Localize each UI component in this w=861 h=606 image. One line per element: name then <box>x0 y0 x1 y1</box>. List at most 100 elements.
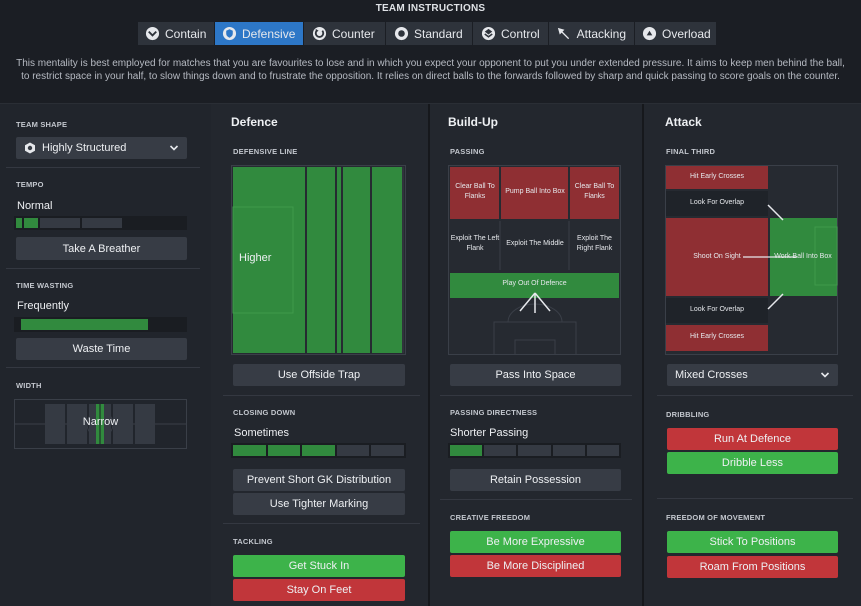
tab-standard[interactable]: Standard <box>386 22 473 45</box>
tab-overload[interactable]: Overload <box>635 22 717 45</box>
tab-attacking[interactable]: Attacking <box>549 22 635 45</box>
be-more-expressive-button[interactable]: Be More Expressive <box>450 531 621 553</box>
passing-directness-segment <box>518 445 551 456</box>
width-label: WIDTH <box>16 381 42 390</box>
tempo-label: TEMPO <box>16 180 44 189</box>
passing-directness-slider[interactable] <box>448 443 621 458</box>
look-for-overlap-bottom-zone[interactable]: Look For Overlap <box>666 302 768 318</box>
work-ball-into-box-zone[interactable]: Work Ball Into Box <box>769 249 837 265</box>
team-shape-label: TEAM SHAPE <box>16 120 68 129</box>
passing-directness-segment <box>450 445 483 456</box>
divider <box>657 498 853 499</box>
clear-ball-to-flanks-right-zone[interactable]: Clear Ball To Flanks <box>570 177 619 207</box>
divider <box>440 499 632 500</box>
exploit-right-flank-zone[interactable]: Exploit The Right Flank <box>570 229 619 259</box>
passing-directness-label: PASSING DIRECTNESS <box>450 408 538 417</box>
tab-contain[interactable]: Contain <box>138 22 215 45</box>
prevent-short-gk-distribution-button[interactable]: Prevent Short GK Distribution <box>233 469 405 491</box>
exploit-left-flank-zone[interactable]: Exploit The Left Flank <box>450 229 500 259</box>
tab-label: Control <box>501 26 540 41</box>
tab-label: Standard <box>414 26 463 41</box>
tackling-label: TACKLING <box>233 537 273 546</box>
play-out-of-defence-zone[interactable]: Play Out Of Defence <box>450 277 619 291</box>
crossing-dropdown[interactable]: Mixed Crosses <box>667 364 838 386</box>
waste-time-button[interactable]: Waste Time <box>16 338 187 360</box>
exploit-middle-zone[interactable]: Exploit The Middle <box>501 229 569 259</box>
time-wasting-slider[interactable] <box>14 317 187 332</box>
tab-label: Overload <box>662 26 711 41</box>
use-tighter-marking-button[interactable]: Use Tighter Marking <box>233 493 405 515</box>
passing-pitch[interactable]: Clear Ball To Flanks Pump Ball Into Box … <box>448 165 621 355</box>
divider <box>657 395 853 396</box>
tab-label: Attacking <box>576 26 626 41</box>
crossing-value: Mixed Crosses <box>675 369 748 381</box>
closing-down-segment <box>233 445 266 456</box>
retain-possession-button[interactable]: Retain Possession <box>450 469 621 491</box>
tempo-value: Normal <box>17 200 53 212</box>
creative-freedom-label: CREATIVE FREEDOM <box>450 513 531 522</box>
buildup-header: Build-Up <box>448 115 498 129</box>
chevron-down-icon <box>169 143 179 153</box>
defensive-line-pitch[interactable]: Higher <box>231 165 406 355</box>
dribble-less-button[interactable]: Dribble Less <box>667 452 838 474</box>
pass-into-space-button[interactable]: Pass Into Space <box>450 364 621 386</box>
take-a-breather-button[interactable]: Take A Breather <box>16 237 187 260</box>
final-third-label: FINAL THIRD <box>666 147 716 156</box>
team-shape-dropdown[interactable]: Highly Structured <box>16 137 187 159</box>
mentality-description: This mentality is best employed for matc… <box>16 58 845 82</box>
run-at-defence-button[interactable]: Run At Defence <box>667 428 838 450</box>
shoot-on-sight-zone[interactable]: Shoot On Sight <box>666 249 768 265</box>
passing-directness-value: Shorter Passing <box>450 427 529 439</box>
counter-icon <box>311 26 327 42</box>
attacking-icon <box>556 26 572 42</box>
pump-ball-into-box-zone[interactable]: Pump Ball Into Box <box>501 177 569 207</box>
attack-header: Attack <box>665 115 702 129</box>
passing-directness-segment <box>586 445 619 456</box>
tab-defensive[interactable]: Defensive <box>215 22 304 45</box>
tempo-segment <box>40 218 80 228</box>
closing-down-label: CLOSING DOWN <box>233 408 296 417</box>
final-third-pitch[interactable]: Hit Early Crosses Look For Overlap Shoot… <box>665 165 838 355</box>
defensive-line-label: DEFENSIVE LINE <box>233 147 298 156</box>
closing-down-segment <box>371 445 404 456</box>
tab-label: Counter <box>332 26 375 41</box>
divider <box>6 367 200 368</box>
hit-early-crosses-top-zone[interactable]: Hit Early Crosses <box>666 169 768 185</box>
look-for-overlap-top-zone[interactable]: Look For Overlap <box>666 195 768 211</box>
stay-on-feet-button[interactable]: Stay On Feet <box>233 579 405 601</box>
time-wasting-fill <box>21 319 149 330</box>
divider <box>6 268 200 269</box>
tab-counter[interactable]: Counter <box>304 22 386 45</box>
passing-directness-segment <box>552 445 585 456</box>
clear-ball-to-flanks-left-zone[interactable]: Clear Ball To Flanks <box>450 177 500 207</box>
time-wasting-value: Frequently <box>17 300 69 312</box>
hit-early-crosses-bottom-zone[interactable]: Hit Early Crosses <box>666 329 768 345</box>
width-pitch[interactable]: Narrow <box>14 399 187 449</box>
team-shape-value: Highly Structured <box>42 142 127 154</box>
tempo-slider[interactable] <box>14 216 187 230</box>
be-more-disciplined-button[interactable]: Be More Disciplined <box>450 555 621 577</box>
roam-from-positions-button[interactable]: Roam From Positions <box>667 556 838 578</box>
divider <box>440 395 632 396</box>
mentality-tabs: Contain Defensive Counter Standard Contr… <box>138 22 717 45</box>
closing-down-value: Sometimes <box>234 427 290 439</box>
stick-to-positions-button[interactable]: Stick To Positions <box>667 531 838 553</box>
freedom-of-movement-label: FREEDOM OF MOVEMENT <box>666 513 766 522</box>
use-offside-trap-button[interactable]: Use Offside Trap <box>233 364 405 386</box>
standard-icon <box>393 26 409 42</box>
tab-label: Contain <box>165 26 207 41</box>
get-stuck-in-button[interactable]: Get Stuck In <box>233 555 405 577</box>
tempo-segment <box>82 218 122 228</box>
defence-header: Defence <box>231 115 278 129</box>
defensive-line-value: Higher <box>239 252 272 264</box>
divider <box>223 523 420 524</box>
closing-down-segment <box>336 445 370 456</box>
left-panel: TEAM SHAPE Highly Structured TEMPO Norma… <box>0 104 211 606</box>
time-wasting-label: TIME WASTING <box>16 281 74 290</box>
divider <box>223 395 420 396</box>
contain-icon <box>145 26 160 42</box>
tab-control[interactable]: Control <box>473 22 549 45</box>
closing-down-slider[interactable] <box>231 443 406 458</box>
tempo-segment <box>16 218 22 228</box>
team-shape-icon <box>24 142 36 154</box>
